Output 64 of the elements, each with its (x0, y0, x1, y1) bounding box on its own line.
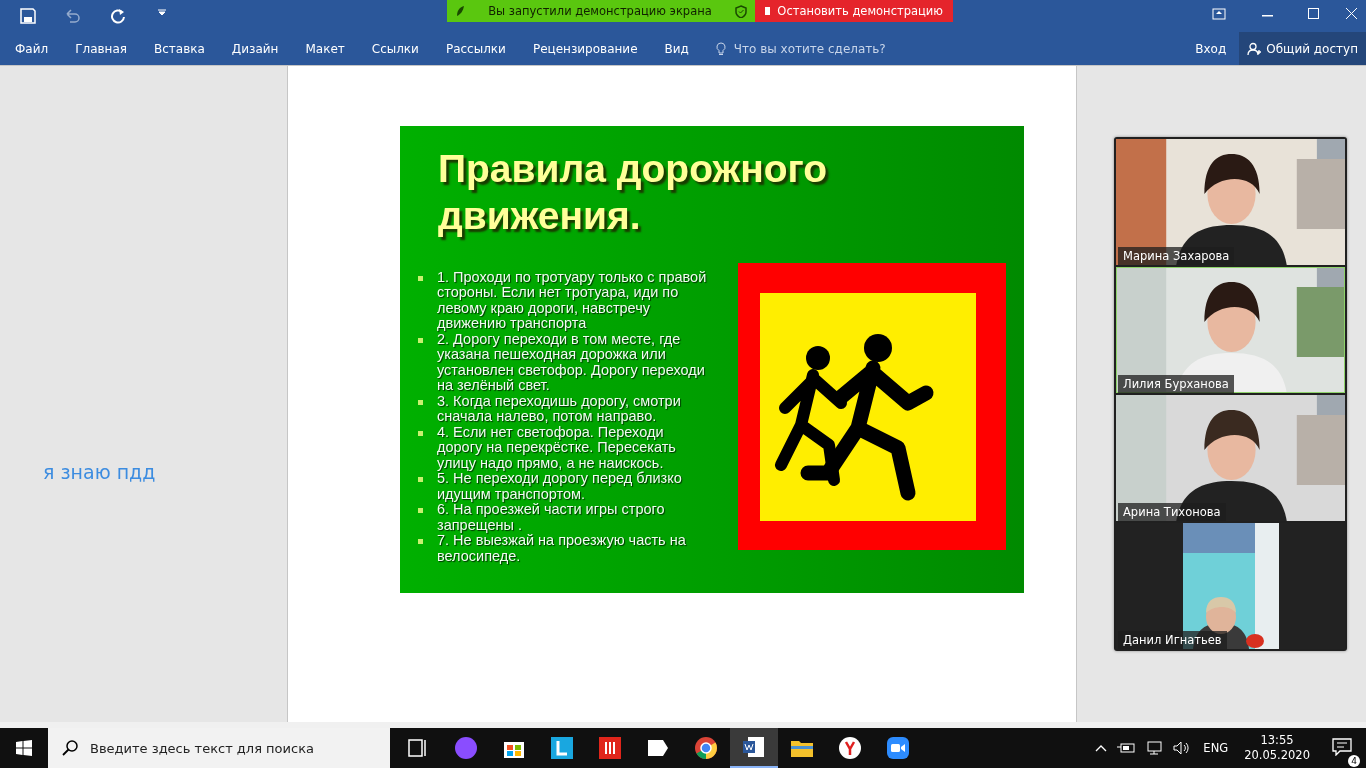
participant-name: Марина Захарова (1118, 247, 1235, 265)
clock-time[interactable]: 13:55 (1260, 733, 1294, 748)
bullet-icon (418, 430, 423, 436)
ribbon-tab[interactable]: Файл (15, 38, 49, 59)
ribbon-tab[interactable]: Дизайн (231, 38, 279, 59)
sharing-message: Вы запустили демонстрацию экрана (487, 4, 713, 18)
browser-icon (694, 736, 718, 760)
rule-text: 5. Не переходи дорогу перед близко идущим транспортом. (437, 471, 683, 503)
caret-icon[interactable] (158, 8, 166, 16)
close-icon[interactable] (1346, 8, 1357, 19)
ribbon-tab[interactable]: Рассылки (445, 38, 506, 59)
participant-name: Лилия Бурханова (1118, 375, 1234, 393)
rule-text: 6. На проезжей части игры строго запрещены . (437, 502, 666, 534)
slide-title: Правила дорожного движения. (438, 146, 829, 239)
word-document-icon (742, 735, 766, 759)
letter-tile-icon (550, 736, 574, 760)
clock-date[interactable]: 20.05.2020 (1244, 748, 1310, 763)
ribbon-tab[interactable]: Главная (75, 38, 127, 59)
maximize-icon[interactable] (1308, 8, 1319, 19)
person-icon (1247, 41, 1262, 56)
taskbar-search-field[interactable]: Введите здесь текст для поиска (48, 728, 390, 768)
rule-text: 2. Дорогу переходи в том месте, где указана пешеходная дорожка или установлен светофор. Дорогу переходи на зелёный свет. (437, 331, 706, 394)
share-button[interactable]: Общий доступ (1239, 32, 1366, 65)
battery-icon[interactable] (1117, 742, 1136, 754)
bullet-icon (418, 275, 423, 281)
ribbon-tab[interactable]: Ссылки (371, 38, 419, 59)
chevron-up-icon[interactable] (1095, 744, 1108, 752)
bullet-icon (418, 337, 423, 343)
participant-name: Арина Тихонова (1118, 503, 1226, 521)
bullet-icon (418, 508, 423, 514)
windows-start-icon[interactable] (16, 740, 32, 756)
tell-me-field[interactable]: Что вы хотите сделать? (715, 40, 896, 57)
rule-text: 3. Когда переходишь дорогу, смотри сначала налево, потом направо. (437, 393, 682, 425)
save-icon[interactable] (20, 8, 36, 24)
circle-icon (454, 736, 478, 760)
rule-text: 1. Проходи по тротуару только с правой стороны. Если нет тротуара, иди по левому краю дороги, навстречу движению транспорта (437, 269, 708, 332)
taskbar-app[interactable] (730, 728, 778, 768)
ribbon-tab[interactable]: Рецензирование (532, 38, 638, 59)
notification-count-badge: 4 (1348, 754, 1360, 767)
volume-icon[interactable] (1173, 741, 1192, 755)
stop-sharing-button[interactable]: Остановить демонстрацию (755, 0, 953, 22)
notifications-icon[interactable] (1332, 737, 1352, 756)
rule-text: 7. Не выезжай на проезжую часть на велосипеде. (437, 533, 687, 565)
bullet-icon (418, 399, 423, 405)
shield-icon (735, 4, 747, 18)
leaf-icon (455, 5, 465, 17)
ribbon-tab[interactable]: Вид (664, 38, 689, 59)
sign-in-link[interactable]: Вход (1195, 41, 1227, 56)
language-indicator[interactable]: ENG (1203, 741, 1229, 755)
display-options-icon[interactable] (1212, 8, 1226, 20)
round-browser-icon (838, 736, 862, 760)
network-icon[interactable] (1145, 741, 1164, 755)
bullet-icon (418, 539, 423, 545)
video-camera-icon (886, 736, 910, 760)
bullet-icon (418, 477, 423, 483)
ribbon-tab[interactable]: Макет (305, 38, 345, 59)
participant-name: Данил Игнатьев (1118, 631, 1227, 649)
side-text: я знаю пдд (43, 460, 156, 483)
striped-tile-icon (598, 736, 622, 760)
redo-icon[interactable] (110, 8, 126, 24)
search-icon (62, 740, 78, 756)
rule-text: 4. Если нет светофора. Переходи дорогу на перекрёстке. Пересекать улицу надо прямо, а не наискось. (437, 424, 677, 471)
ribbon-tab[interactable]: Вставка (154, 38, 205, 59)
lightbulb-icon (715, 41, 726, 56)
